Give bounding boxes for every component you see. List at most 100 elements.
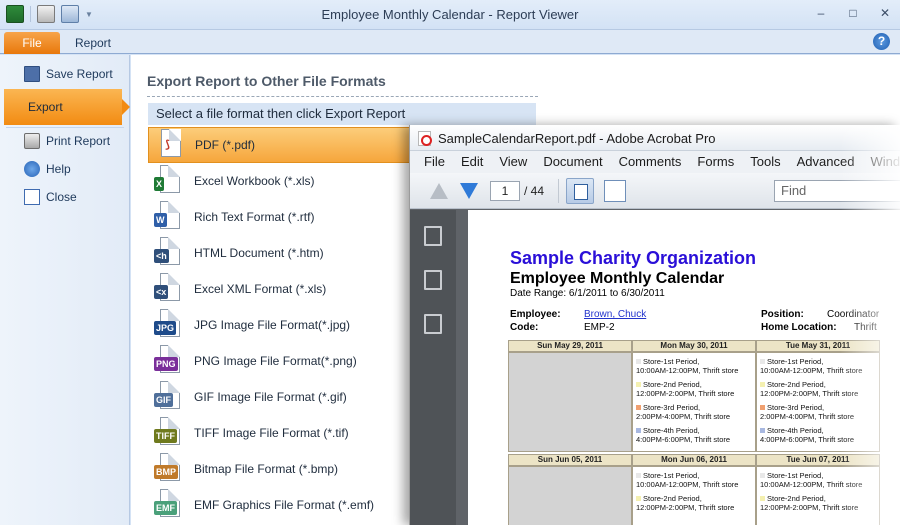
event-title: Store-3rd Period, xyxy=(643,403,701,412)
event-color-swatch xyxy=(760,405,765,410)
tab-file[interactable]: File xyxy=(4,32,60,54)
event-title: Store-1st Period, xyxy=(643,471,700,480)
menu-item[interactable]: Tools xyxy=(742,151,788,173)
save-report-button[interactable]: Save Report xyxy=(0,61,130,87)
format-item[interactable]: <h HTML Document (*.htm) xyxy=(148,235,412,271)
jpg-icon: JPG xyxy=(154,309,182,341)
printer-icon xyxy=(24,133,40,149)
event-time: 4:00PM-6:00PM, Thrift store xyxy=(760,435,855,444)
png-icon: PNG xyxy=(154,345,182,377)
acrobat-toolbar: 1 / 44 Find xyxy=(410,173,900,209)
export-button[interactable]: Export xyxy=(4,89,130,125)
fit-page-icon[interactable] xyxy=(604,180,626,202)
calendar-event[interactable]: Store-4th Period, 4:00PM-6:00PM, Thrift s… xyxy=(636,426,730,444)
calendar-day-header: Mon May 30, 2011 xyxy=(632,340,756,352)
window-controls: – □ ✕ xyxy=(814,6,892,20)
event-time: 12:00PM-2:00PM, Thrift store xyxy=(760,389,859,398)
menu-item[interactable]: File xyxy=(416,151,453,173)
event-title: Store-2nd Period, xyxy=(767,494,826,503)
event-time: 2:00PM-4:00PM, Thrift store xyxy=(760,412,855,421)
calendar-day-cell: Store-1st Period, 10:00AM-12:00PM, Thrift… xyxy=(632,352,756,452)
menu-item[interactable]: Comments xyxy=(611,151,690,173)
calendar-event[interactable]: Store-2nd Period, 12:00PM-2:00PM, Thrift … xyxy=(760,380,858,398)
calendar-day-cell: Store-1st Period, 10:00AM-12:00PM, Thrift… xyxy=(632,466,756,525)
employee-link[interactable]: Brown, Chuck xyxy=(584,309,646,320)
pages-icon[interactable] xyxy=(424,226,442,246)
format-item[interactable]: PNG PNG Image File Format(*.png) xyxy=(148,343,412,379)
event-color-swatch xyxy=(760,496,765,501)
previous-page-icon[interactable] xyxy=(430,183,448,199)
panel-title: Export Report to Other File Formats xyxy=(147,73,386,89)
event-time: 10:00AM-12:00PM, Thrift store xyxy=(760,480,863,489)
calendar-event[interactable]: Store-3rd Period, 2:00PM-4:00PM, Thrift s… xyxy=(636,403,730,421)
gif-icon: GIF xyxy=(154,381,182,413)
event-color-swatch xyxy=(636,382,641,387)
signatures-icon[interactable] xyxy=(424,314,442,334)
print-report-button[interactable]: Print Report xyxy=(0,128,130,154)
bmp-icon: BMP xyxy=(154,453,182,485)
tiff-icon: TIFF xyxy=(154,417,182,449)
format-item[interactable]: EMF EMF Graphics File Format (*.emf) xyxy=(148,487,412,523)
calendar-day-header: Mon Jun 06, 2011 xyxy=(632,454,756,466)
calendar-event[interactable]: Store-2nd Period, 12:00PM-2:00PM, Thrift … xyxy=(636,494,734,512)
emf-icon: EMF xyxy=(154,489,182,521)
event-color-swatch xyxy=(760,473,765,478)
maximize-button[interactable]: □ xyxy=(846,6,860,20)
bookmarks-icon[interactable] xyxy=(424,270,442,290)
help-button[interactable]: Help xyxy=(0,156,130,182)
save-icon xyxy=(24,66,40,82)
menu-item[interactable]: View xyxy=(491,151,535,173)
event-title: Store-2nd Period, xyxy=(767,380,826,389)
format-label: EMF Graphics File Format (*.emf) xyxy=(194,498,375,512)
format-item[interactable]: JPG JPG Image File Format(*.jpg) xyxy=(148,307,412,343)
code-value: EMP-2 xyxy=(584,322,615,333)
format-item[interactable]: GIF GIF Image File Format (*.gif) xyxy=(148,379,412,415)
help-icon[interactable]: ? xyxy=(873,33,890,50)
menu-item[interactable]: Document xyxy=(535,151,610,173)
format-label: HTML Document (*.htm) xyxy=(194,246,324,260)
menu-item[interactable]: Advanced xyxy=(789,151,863,173)
event-color-swatch xyxy=(760,382,765,387)
page-number-input[interactable]: 1 xyxy=(490,181,520,201)
event-color-swatch xyxy=(636,473,641,478)
acrobat-title-bar: SampleCalendarReport.pdf - Adobe Acrobat… xyxy=(410,125,900,151)
page-total: / 44 xyxy=(524,184,545,198)
calendar-event[interactable]: Store-4th Period, 4:00PM-6:00PM, Thrift s… xyxy=(760,426,854,444)
event-color-swatch xyxy=(636,496,641,501)
next-page-icon[interactable] xyxy=(460,183,478,199)
code-label: Code: xyxy=(510,322,539,333)
format-item[interactable]: <x Excel XML Format (*.xls) xyxy=(148,271,412,307)
calendar-event[interactable]: Store-3rd Period, 2:00PM-4:00PM, Thrift s… xyxy=(760,403,854,421)
word-icon: W xyxy=(154,201,182,233)
event-time: 10:00AM-12:00PM, Thrift store xyxy=(760,366,863,375)
calendar-event[interactable]: Store-2nd Period, 12:00PM-2:00PM, Thrift … xyxy=(636,380,734,398)
format-item[interactable]: BMP Bitmap File Format (*.bmp) xyxy=(148,451,412,487)
backstage-nav: Save Report Export Print Report Help Clo… xyxy=(0,55,130,525)
format-item[interactable]: ⟆ PDF (*.pdf) xyxy=(148,127,412,163)
format-item[interactable]: W Rich Text Format (*.rtf) xyxy=(148,199,412,235)
tab-report[interactable]: Report xyxy=(70,32,116,54)
acrobat-window: SampleCalendarReport.pdf - Adobe Acrobat… xyxy=(409,125,900,525)
menu-item[interactable]: Edit xyxy=(453,151,491,173)
format-item[interactable]: TIFF TIFF Image File Format (*.tif) xyxy=(148,415,412,451)
calendar-day-header: Sun Jun 05, 2011 xyxy=(508,454,632,466)
minimize-button[interactable]: – xyxy=(814,6,828,20)
calendar-day-cell: Store-1st Period, 10:00AM-12:00PM, Thrift… xyxy=(756,352,880,452)
close-nav-button[interactable]: Close xyxy=(0,184,130,210)
excel-icon: X xyxy=(154,165,182,197)
event-color-swatch xyxy=(760,359,765,364)
close-button[interactable]: ✕ xyxy=(878,6,892,20)
calendar-event[interactable]: Store-1st Period, 10:00AM-12:00PM, Thrift… xyxy=(636,357,738,375)
format-item[interactable]: X Excel Workbook (*.xls) xyxy=(148,163,412,199)
calendar-event[interactable]: Store-1st Period, 10:00AM-12:00PM, Thrift… xyxy=(760,357,862,375)
panel-divider xyxy=(147,96,538,97)
ribbon-tabs: File Report ? xyxy=(0,30,900,54)
find-input[interactable]: Find xyxy=(774,180,900,202)
calendar-day-header: Tue Jun 07, 2011 xyxy=(756,454,880,466)
calendar-event[interactable]: Store-1st Period, 10:00AM-12:00PM, Thrift… xyxy=(760,471,862,489)
menu-item[interactable]: Window xyxy=(862,151,900,173)
fit-width-icon[interactable] xyxy=(566,178,594,204)
calendar-event[interactable]: Store-2nd Period, 12:00PM-2:00PM, Thrift … xyxy=(760,494,858,512)
menu-item[interactable]: Forms xyxy=(689,151,742,173)
calendar-event[interactable]: Store-1st Period, 10:00AM-12:00PM, Thrift… xyxy=(636,471,738,489)
